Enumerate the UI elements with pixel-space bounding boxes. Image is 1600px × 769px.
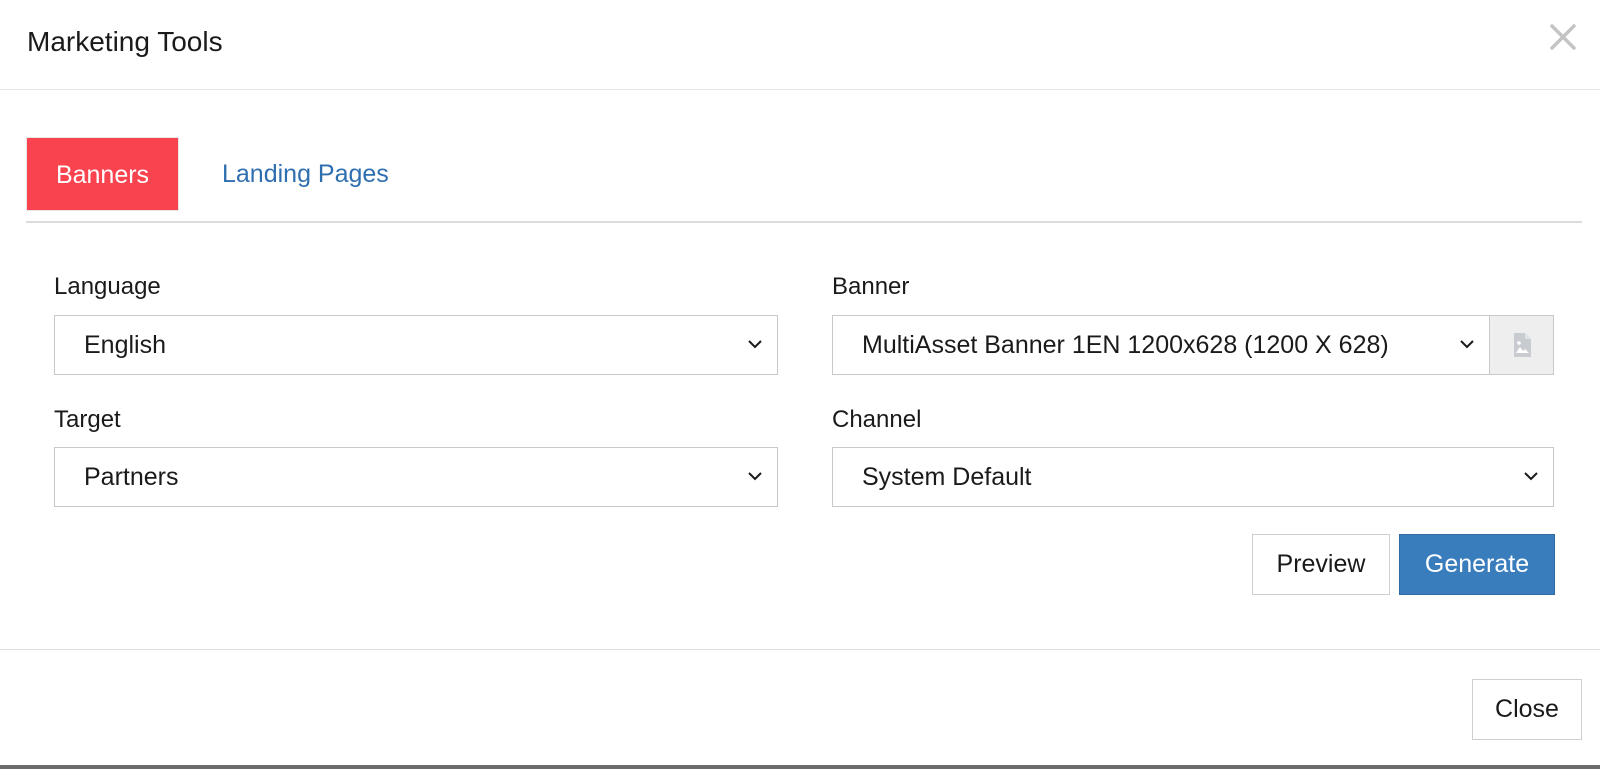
preview-button[interactable]: Preview xyxy=(1252,534,1390,595)
marketing-tools-modal: Marketing Tools Banners Landing Pages La… xyxy=(0,0,1600,769)
target-value: Partners xyxy=(84,463,179,491)
tab-bar: Banners Landing Pages xyxy=(26,137,1582,223)
close-icon[interactable] xyxy=(1546,20,1580,54)
language-label: Language xyxy=(54,273,161,300)
chevron-down-icon xyxy=(1524,472,1538,481)
banner-preview-image-button[interactable] xyxy=(1490,315,1554,375)
close-button[interactable]: Close xyxy=(1472,679,1582,740)
chevron-down-icon xyxy=(748,340,762,349)
generate-button[interactable]: Generate xyxy=(1399,534,1555,595)
chevron-down-icon xyxy=(748,472,762,481)
footer-divider xyxy=(0,649,1600,650)
language-value: English xyxy=(84,331,166,359)
channel-label: Channel xyxy=(832,406,922,433)
banner-value: MultiAsset Banner 1EN 1200x628 (1200 X 6… xyxy=(862,331,1389,359)
modal-header: Marketing Tools xyxy=(0,0,1600,90)
tab-landing-pages[interactable]: Landing Pages xyxy=(213,137,398,211)
modal-title: Marketing Tools xyxy=(27,26,223,57)
banner-select[interactable]: MultiAsset Banner 1EN 1200x628 (1200 X 6… xyxy=(832,315,1490,375)
target-select[interactable]: Partners xyxy=(54,447,778,507)
target-label: Target xyxy=(54,406,121,433)
image-file-icon xyxy=(1514,333,1531,357)
banner-label: Banner xyxy=(832,273,910,300)
chevron-down-icon xyxy=(1460,340,1474,349)
tab-banners[interactable]: Banners xyxy=(26,137,179,211)
channel-value: System Default xyxy=(862,463,1032,491)
channel-select[interactable]: System Default xyxy=(832,447,1554,507)
language-select[interactable]: English xyxy=(54,315,778,375)
